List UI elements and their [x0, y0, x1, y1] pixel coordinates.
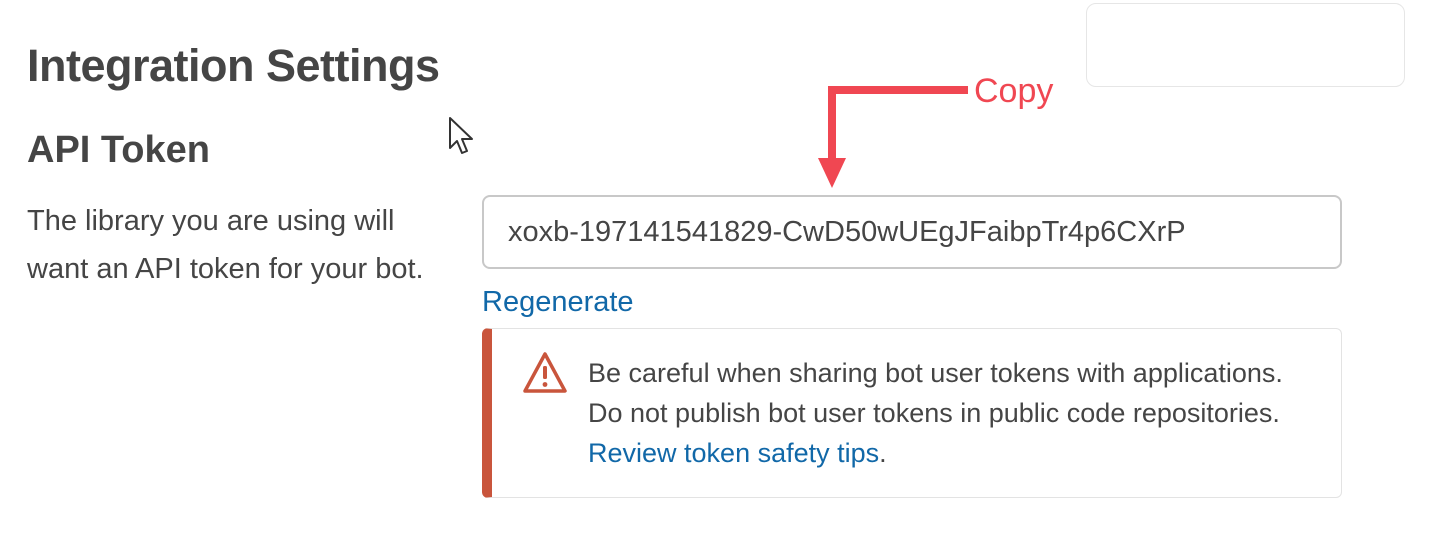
- copy-arrow-head: [818, 158, 846, 188]
- copy-annotation-label: Copy: [974, 72, 1054, 110]
- token-safety-tips-link[interactable]: Review token safety tips: [588, 438, 879, 468]
- warning-suffix: .: [879, 438, 887, 468]
- copy-arrow-line: [828, 86, 968, 162]
- regenerate-link[interactable]: Regenerate: [482, 286, 634, 319]
- top-card: [1086, 3, 1405, 87]
- warning-message: Be careful when sharing bot user tokens …: [588, 353, 1308, 473]
- api-token-description: The library you are using will want an A…: [27, 205, 424, 285]
- token-warning-box: Be careful when sharing bot user tokens …: [482, 328, 1342, 498]
- warning-text: Be careful when sharing bot user tokens …: [588, 358, 1283, 428]
- mouse-cursor-icon: [449, 117, 473, 154]
- api-token-heading: API Token: [27, 129, 210, 171]
- warning-triangle-icon: [523, 352, 567, 393]
- integration-settings-page: Integration Settings API Token The libra…: [0, 0, 1429, 560]
- api-token-field[interactable]: [482, 195, 1342, 269]
- page-title: Integration Settings: [27, 40, 440, 91]
